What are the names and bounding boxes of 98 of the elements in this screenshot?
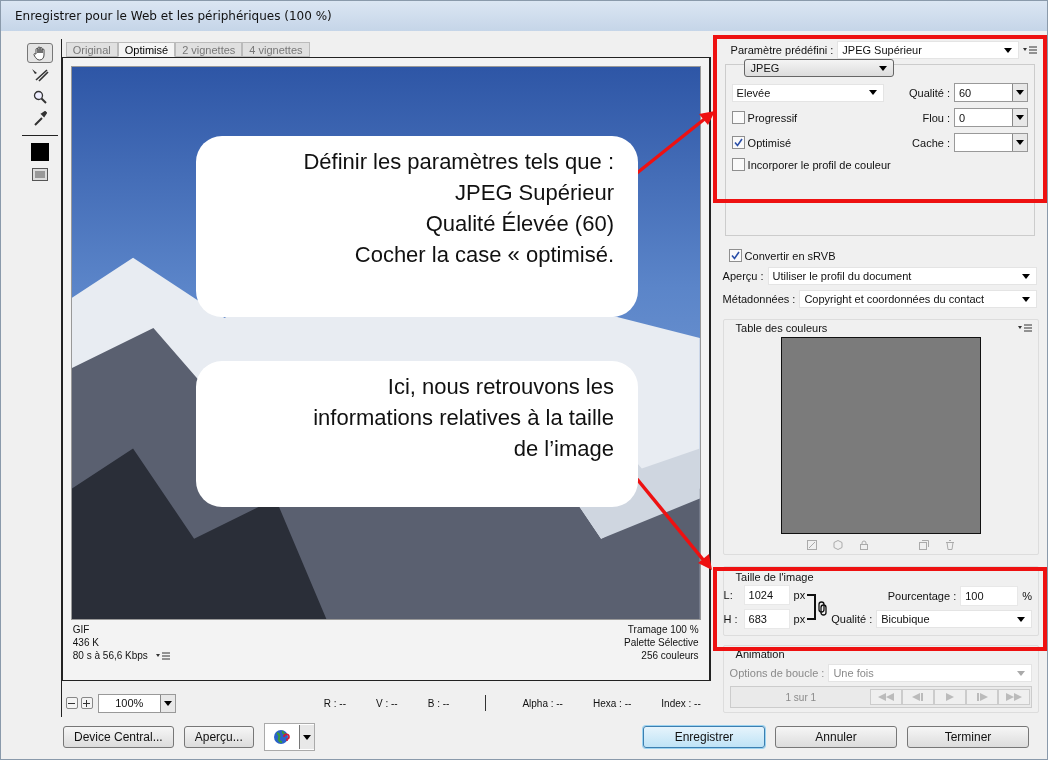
caret-icon	[1004, 47, 1012, 53]
eyedropper-icon	[32, 111, 47, 127]
optimization-info: 256 couleurs	[641, 650, 699, 662]
optimization-info: GIF	[72, 624, 91, 636]
dialog-button[interactable]: Annuler	[775, 726, 897, 748]
dialog-button[interactable]: Enregistrer	[643, 726, 765, 748]
pixel-readout: R : --	[323, 697, 347, 709]
view-tab[interactable]: Optimisé	[117, 42, 176, 57]
step-forward-icon	[976, 693, 988, 701]
rewind-icon	[878, 693, 894, 701]
matte-label: Cache :	[912, 136, 950, 149]
callout-text: JPEG Supérieur	[455, 179, 614, 207]
fast-forward-icon	[1006, 693, 1022, 701]
optimization-info: 436 K	[72, 637, 100, 649]
dialog-button[interactable]: Device Central...	[63, 726, 174, 748]
optimization-info: Tramage 100 %	[627, 624, 699, 636]
caret-icon	[1017, 670, 1025, 676]
browser-preview-button[interactable]	[263, 723, 315, 751]
percent-unit: %	[1022, 590, 1032, 602]
option-checkbox[interactable]: Progressif	[731, 111, 910, 124]
resample-quality-label: Qualité :	[831, 613, 873, 625]
option-checkbox[interactable]: Incorporer le profil de couleur	[731, 158, 1028, 171]
play-icon	[946, 693, 954, 701]
loop-options-label: Options de boucle :	[729, 667, 825, 679]
callout-text: informations relatives à la taille	[313, 404, 614, 432]
preset-dropdown[interactable]: JPEG Supérieur	[837, 41, 1019, 59]
format-dropdown[interactable]: JPEG	[743, 59, 894, 77]
percent-label: Pourcentage :	[887, 590, 957, 602]
pixel-readout: Index : --	[661, 697, 701, 709]
percent-field[interactable]: 100	[960, 586, 1019, 606]
zoom-in-button[interactable]	[80, 697, 93, 709]
dialog-button[interactable]: Terminer	[907, 726, 1029, 748]
blur-field[interactable]: 0	[954, 108, 1028, 127]
plus-icon	[83, 699, 91, 707]
menu-icon[interactable]	[1018, 324, 1032, 332]
callout-text: Qualité Élevée (60)	[425, 210, 614, 238]
frame-icon	[31, 167, 48, 181]
unit-label: px	[793, 613, 806, 625]
width-field[interactable]: 1024	[743, 585, 790, 605]
color-table-title: Table des couleurs	[735, 322, 828, 334]
optimization-info: Palette Sélective	[624, 637, 699, 649]
pixel-readout: Alpha : --	[522, 697, 563, 709]
view-tab[interactable]: Original	[65, 42, 118, 57]
dialog-button[interactable]: Aperçu...	[183, 726, 254, 748]
compression-dropdown[interactable]: Elevée	[731, 83, 884, 102]
window-title: Enregistrer pour le Web et les périphériques (100 %)	[15, 9, 332, 23]
step-back-icon	[912, 693, 924, 701]
check-icon	[730, 251, 740, 260]
zoom-dropdown[interactable]: 100%	[97, 693, 176, 713]
quality-field[interactable]: 60	[954, 83, 1028, 102]
pixel-readout: Hexa : --	[592, 697, 632, 709]
menu-icon[interactable]	[155, 652, 170, 660]
view-tab[interactable]: 4 vignettes	[242, 42, 310, 57]
callout-text: de l’image	[513, 435, 614, 463]
hand-tool[interactable]	[26, 43, 53, 63]
image-size-title: Taille de l'image	[735, 571, 815, 583]
animation-title: Animation	[735, 648, 786, 660]
caret-icon	[878, 65, 887, 71]
quality-label: Qualité :	[909, 86, 950, 99]
check-icon	[733, 138, 743, 147]
optimization-info: 80 s à 56,6 Kbps	[72, 650, 170, 662]
callout-text: Cocher la case « optimisé.	[354, 241, 614, 269]
preview-dropdown[interactable]: Utiliser le profil du document	[767, 267, 1037, 285]
caret-icon	[163, 700, 172, 706]
caret-icon	[1016, 115, 1024, 120]
zoom-out-button[interactable]	[65, 697, 78, 709]
caret-icon	[868, 90, 877, 95]
zoom-icon	[32, 90, 47, 104]
resample-quality-dropdown[interactable]: Bicubique	[876, 610, 1032, 628]
view-tab[interactable]: 2 vignettes	[175, 42, 243, 57]
caret-icon	[1022, 296, 1030, 302]
preview-label: Aperçu :	[722, 270, 764, 282]
caret-icon	[1022, 273, 1030, 279]
caret-icon	[1017, 616, 1025, 622]
callout-text: Définir les paramètres tels que :	[303, 148, 614, 176]
pixel-readout: B : --	[427, 697, 450, 709]
callout-text: Ici, nous retrouvons les	[387, 373, 614, 401]
height-field[interactable]: 683	[743, 609, 790, 629]
menu-icon[interactable]	[1023, 46, 1037, 54]
metadata-label: Métadonnées :	[722, 293, 796, 305]
option-checkbox[interactable]: Optimisé	[731, 136, 910, 149]
unit-label: px	[793, 589, 806, 601]
hand-icon	[31, 45, 48, 61]
height-label: H :	[723, 613, 739, 625]
width-label: L:	[723, 589, 734, 601]
caret-icon	[302, 734, 311, 740]
caret-icon	[1016, 90, 1024, 95]
globe-icon	[272, 728, 291, 746]
slice-select-icon	[30, 68, 49, 82]
blur-label: Flou :	[922, 111, 950, 124]
caret-icon	[1016, 140, 1024, 145]
matte-field[interactable]	[954, 133, 1028, 152]
convert-srgb-checkbox[interactable]: Convertir en sRVB	[716, 249, 1043, 262]
pixel-readout: V : --	[376, 697, 398, 709]
frame-counter: 1 sur 1	[784, 691, 818, 703]
preset-label: Paramètre prédéfini :	[730, 44, 834, 56]
new-color-icon[interactable]	[918, 540, 929, 550]
metadata-dropdown[interactable]: Copyright et coordonnées du contact	[799, 290, 1037, 308]
